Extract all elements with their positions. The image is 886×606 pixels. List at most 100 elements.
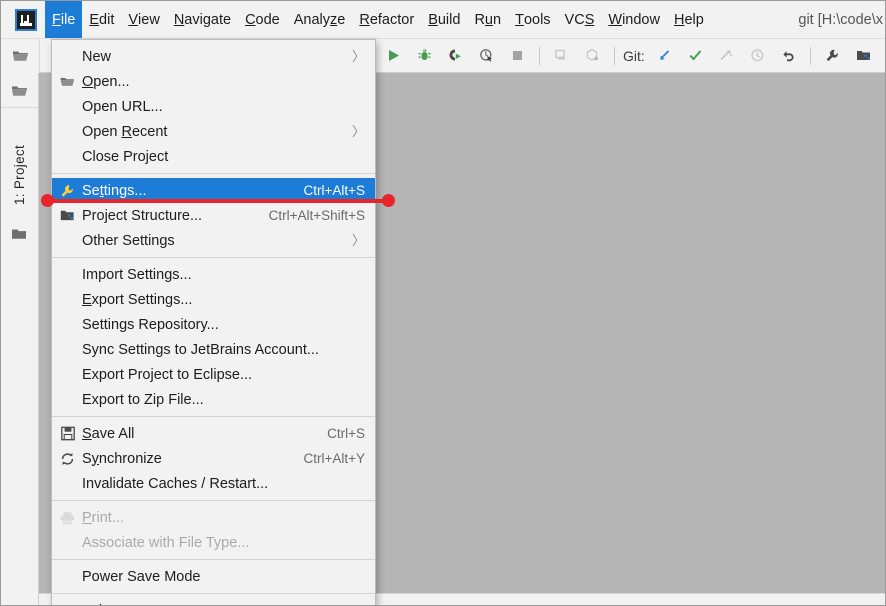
open-folder-icon xyxy=(59,73,76,90)
menu-item-label: Exit xyxy=(82,603,106,606)
annotation-line xyxy=(47,199,391,203)
menu-item-shortcut: Ctrl+Alt+S xyxy=(303,183,365,198)
menu-item-synchronize[interactable]: Synchronize Ctrl+Alt+Y xyxy=(52,446,375,471)
menu-item-open-url[interactable]: Open URL... xyxy=(52,94,375,119)
menu-separator xyxy=(52,559,375,560)
menu-item-label: Export to Zip File... xyxy=(82,391,204,408)
menu-item-label: Invalidate Caches / Restart... xyxy=(82,475,269,492)
toolbar-divider-3 xyxy=(809,46,811,65)
menu-separator xyxy=(52,416,375,417)
menu-item-export-to-zip-file[interactable]: Export to Zip File... xyxy=(52,387,375,412)
profile-icon[interactable] xyxy=(471,43,502,69)
menu-item-label: Print... xyxy=(82,509,124,526)
menu-bar-item-help[interactable]: Help xyxy=(667,1,711,38)
stop-icon[interactable] xyxy=(502,43,533,69)
menu-item-shortcut: Ctrl+S xyxy=(327,426,365,441)
menu-bar-item-edit[interactable]: Edit xyxy=(82,1,121,38)
menu-bar-item-tools[interactable]: Tools xyxy=(508,1,557,38)
menu-item-label: Open Recent xyxy=(82,123,168,140)
menu-item-power-save-mode[interactable]: Power Save Mode xyxy=(52,564,375,589)
menu-item-save-all[interactable]: Save All Ctrl+S xyxy=(52,421,375,446)
menu-item-project-structure[interactable]: Project Structure... Ctrl+Alt+Shift+S xyxy=(52,203,375,228)
printer-icon xyxy=(59,509,76,526)
run-icon[interactable] xyxy=(378,43,409,69)
menu-separator xyxy=(52,500,375,501)
menu-item-label: New xyxy=(82,48,112,65)
menu-bar-item-view[interactable]: View xyxy=(121,1,166,38)
menu-item-label: Open URL... xyxy=(82,98,163,115)
git-commit-check-icon[interactable] xyxy=(680,43,711,69)
menu-bar: File Edit View Navigate Code Analy z e Refactor B… xyxy=(1,1,885,39)
menu-item-label: Open... xyxy=(82,73,130,90)
menu-bar-item-refactor[interactable]: Refactor xyxy=(352,1,421,38)
git-update-project-arrow-icon[interactable] xyxy=(649,43,680,69)
menu-bar-item-vcs[interactable]: VC S xyxy=(558,1,602,38)
menu-item-shortcut: Ctrl+Alt+Y xyxy=(303,451,365,466)
intellij-idea-logo-icon xyxy=(15,8,37,31)
menu-item-label: Export Project to Eclipse... xyxy=(82,366,253,383)
menu-item-label: Export Settings... xyxy=(82,291,193,308)
annotation-dot-left xyxy=(41,194,54,207)
ide-window: File Edit View Navigate Code Analy z e Refactor B… xyxy=(0,0,886,606)
menu-item-settings-repository[interactable]: Settings Repository... xyxy=(52,312,375,337)
menu-item-other-settings[interactable]: Other Settings 〉 xyxy=(52,228,375,253)
menu-bar-item-run[interactable]: Run xyxy=(467,1,508,38)
menu-item-sync-settings-to-jetbrains-account[interactable]: Sync Settings to JetBrains Account... xyxy=(52,337,375,362)
menu-item-label: Synchronize xyxy=(82,450,162,467)
menu-item-associate-with-file-type: Associate with File Type... xyxy=(52,530,375,555)
project-structure-icon xyxy=(59,207,76,224)
synchronize-icon xyxy=(59,450,76,467)
git-history-clock-icon[interactable] xyxy=(742,43,773,69)
menu-bar-item-code[interactable]: Code xyxy=(238,1,287,38)
git-rollback-undo-icon[interactable] xyxy=(773,43,804,69)
settings-wrench-icon[interactable] xyxy=(817,43,848,69)
chevron-right-icon: 〉 xyxy=(351,49,365,64)
menu-item-import-settings[interactable]: Import Settings... xyxy=(52,262,375,287)
menu-item-label: Save All xyxy=(82,425,135,442)
window-title: git [H:\code\x xyxy=(798,12,883,28)
menu-item-print: Print... xyxy=(52,505,375,530)
wrench-icon xyxy=(59,182,76,199)
project-structure-icon[interactable] xyxy=(848,43,879,69)
menu-item-label: Settings... xyxy=(82,182,147,199)
strip-folder-icon[interactable] xyxy=(1,221,38,247)
menu-item-label: Import Settings... xyxy=(82,266,192,283)
chevron-right-icon: 〉 xyxy=(351,233,365,248)
menu-bar-item-build[interactable]: Build xyxy=(421,1,467,38)
menu-item-new[interactable]: New 〉 xyxy=(52,44,375,69)
menu-item-close-project[interactable]: Close Project xyxy=(52,144,375,169)
menu-item-label: Settings Repository... xyxy=(82,316,219,333)
menu-bar-item-navigate[interactable]: Navigate xyxy=(167,1,238,38)
menu-item-label: Sync Settings to JetBrains Account... xyxy=(82,341,319,358)
menu-item-label: Project Structure... xyxy=(82,207,203,224)
debug-icon[interactable] xyxy=(409,43,440,69)
git-label: Git: xyxy=(623,47,645,64)
toolbar-divider xyxy=(539,46,540,65)
annotation-dot-right xyxy=(382,194,395,207)
toolbar-divider-2 xyxy=(614,46,615,65)
menu-item-open[interactable]: Open... xyxy=(52,69,375,94)
menu-item-label: Close Project xyxy=(82,148,169,165)
menu-item-exit[interactable]: Exit xyxy=(52,598,375,606)
menu-item-export-project-to-eclipse[interactable]: Export Project to Eclipse... xyxy=(52,362,375,387)
menu-item-shortcut: Ctrl+Alt+Shift+S xyxy=(268,208,365,223)
run-toolbar-group: Git: xyxy=(378,39,879,72)
sidebar-item-project-label: 1: Project xyxy=(12,144,27,206)
sidebar-item-project[interactable]: 1: Project xyxy=(1,115,38,235)
menu-item-invalidate-caches-restart[interactable]: Invalidate Caches / Restart... xyxy=(52,471,375,496)
update-project-icon[interactable] xyxy=(577,43,608,69)
menu-item-export-settings[interactable]: Export Settings... xyxy=(52,287,375,312)
menu-separator xyxy=(52,173,375,174)
menu-bar-item-analyze[interactable]: Analy z e xyxy=(287,1,353,38)
menu-bar-item-file[interactable]: File xyxy=(45,1,83,38)
git-push-icon[interactable] xyxy=(711,43,742,69)
menu-bar-items: File Edit View Navigate Code Analy z e Refactor B… xyxy=(45,1,711,38)
attach-icon[interactable] xyxy=(546,43,577,69)
menu-item-open-recent[interactable]: Open Recent 〉 xyxy=(52,119,375,144)
toolbar-open-folder-icon[interactable] xyxy=(1,38,40,73)
file-menu-dropdown: New 〉 Open... Open URL... Open Recent 〉 Close … xyxy=(51,39,376,606)
strip-open-folder-icon[interactable] xyxy=(1,73,38,108)
menu-bar-item-window[interactable]: Window xyxy=(601,1,667,38)
run-with-coverage-icon[interactable] xyxy=(440,43,471,69)
left-tool-strip: 1: Project xyxy=(1,73,39,605)
